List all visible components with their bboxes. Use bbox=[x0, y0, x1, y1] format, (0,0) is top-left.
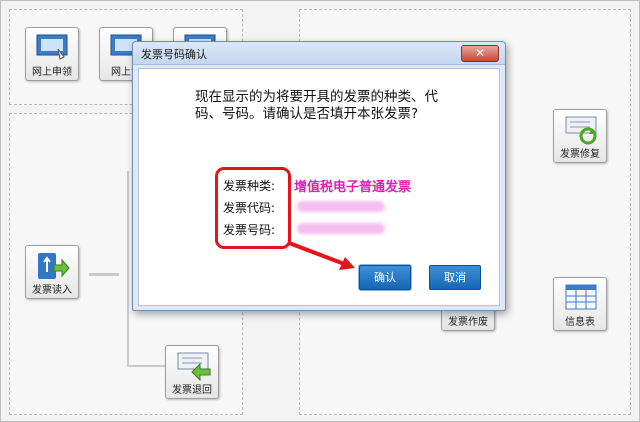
cancel-button[interactable]: 取消 bbox=[429, 265, 481, 290]
invoice-read-label: 发票读入 bbox=[32, 285, 72, 296]
flow-arrow-line bbox=[89, 273, 119, 276]
usb-arrow-icon bbox=[38, 253, 70, 279]
table-icon bbox=[565, 284, 597, 310]
invoice-read-tile[interactable]: 发票读入 bbox=[25, 245, 79, 299]
flow-horizontal-line bbox=[127, 365, 165, 367]
invoice-type-value: 增值税电子普通发票 bbox=[294, 180, 412, 195]
invoice-refresh-icon bbox=[565, 116, 597, 145]
workspace: 网上申领 网上领 发票读入 发票退回 发票修复 发票作废 信息表 发票号码确认 … bbox=[0, 0, 640, 422]
confirm-prompt-text: 现在显示的为将要开具的发票的种类、代码、号码。请确认是否填开本张发票? bbox=[195, 89, 438, 122]
online-apply-tile[interactable]: 网上申领 bbox=[25, 27, 79, 81]
monitor-hand-icon bbox=[36, 34, 68, 60]
dialog-titlebar[interactable]: 发票号码确认 ✕ bbox=[133, 42, 505, 65]
info-table-tile[interactable]: 信息表 bbox=[553, 277, 607, 331]
invoice-code-redacted bbox=[297, 201, 385, 212]
invoice-void-label: 发票作废 bbox=[448, 317, 488, 328]
invoice-return-tile[interactable]: 发票退回 bbox=[165, 345, 219, 399]
invoice-number-redacted bbox=[297, 223, 385, 234]
online-apply-label: 网上申领 bbox=[32, 67, 72, 78]
close-button[interactable]: ✕ bbox=[461, 45, 499, 62]
dialog-title: 发票号码确认 bbox=[141, 48, 207, 61]
invoice-return-arrow-icon bbox=[177, 352, 211, 381]
dialog-content: 现在显示的为将要开具的发票的种类、代码、号码。请确认是否填开本张发票? 发票种类… bbox=[138, 68, 500, 306]
invoice-number-confirm-dialog: 发票号码确认 ✕ 现在显示的为将要开具的发票的种类、代码、号码。请确认是否填开本… bbox=[132, 41, 506, 311]
highlight-box bbox=[215, 167, 291, 249]
close-icon: ✕ bbox=[474, 46, 486, 60]
flow-vertical-line bbox=[127, 171, 129, 366]
invoice-repair-tile[interactable]: 发票修复 bbox=[553, 109, 607, 163]
info-table-label: 信息表 bbox=[565, 317, 595, 328]
invoice-repair-label: 发票修复 bbox=[560, 149, 600, 160]
invoice-return-label: 发票退回 bbox=[172, 385, 212, 396]
confirm-button[interactable]: 确认 bbox=[359, 265, 411, 290]
